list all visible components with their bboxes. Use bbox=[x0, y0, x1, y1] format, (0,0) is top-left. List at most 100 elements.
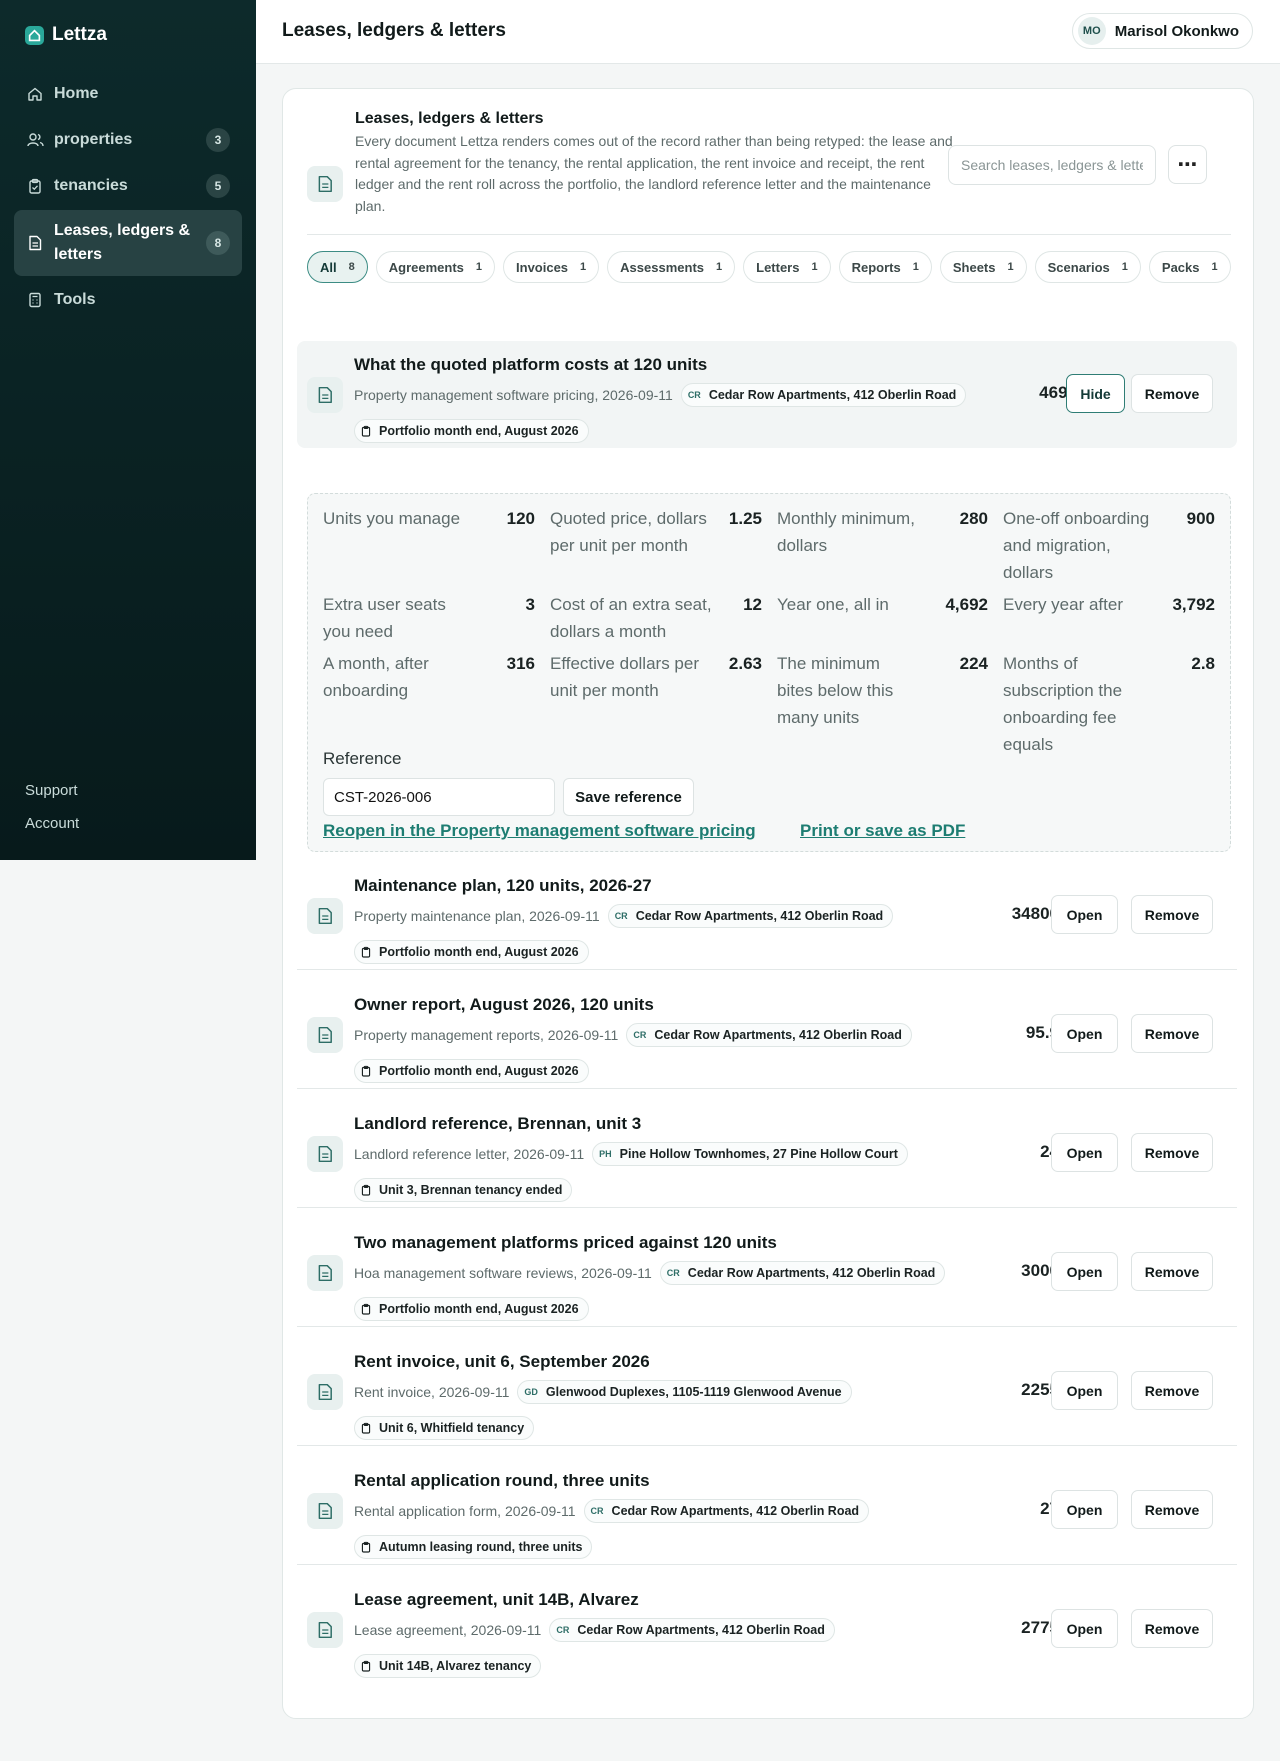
context-tag[interactable]: Autumn leasing round, three units bbox=[354, 1535, 593, 1559]
row-title: What the quoted platform costs at 120 un… bbox=[354, 355, 708, 374]
open-button[interactable]: Open bbox=[1051, 1609, 1118, 1648]
hide-button[interactable]: Hide bbox=[1066, 374, 1125, 413]
remove-button[interactable]: Remove bbox=[1131, 1371, 1213, 1410]
context-label: Portfolio month end, August 2026 bbox=[379, 1302, 579, 1316]
reopen-link[interactable]: Reopen in the Property management softwa… bbox=[323, 821, 756, 841]
remove-button[interactable]: Remove bbox=[1131, 374, 1213, 413]
sidebar-item-tenancies[interactable]: tenancies 5 bbox=[14, 164, 242, 208]
stat-value: 280 bbox=[959, 509, 988, 528]
row-meta: Landlord reference letter, 2026-09-11 PH P… bbox=[354, 1142, 908, 1166]
context-label: Portfolio month end, August 2026 bbox=[379, 1064, 579, 1078]
context-tag[interactable]: Portfolio month end, August 2026 bbox=[354, 1059, 589, 1083]
document-row: Two management platforms priced against … bbox=[297, 1219, 1237, 1327]
property-tag[interactable]: CR Cedar Row Apartments, 412 Oberlin Road bbox=[626, 1023, 912, 1047]
document-icon bbox=[307, 1493, 343, 1529]
open-button[interactable]: Open bbox=[1051, 1252, 1118, 1291]
users-icon bbox=[26, 131, 44, 149]
property-tag[interactable]: CR Cedar Row Apartments, 412 Oberlin Road bbox=[549, 1618, 835, 1642]
clipboard-icon bbox=[361, 1065, 371, 1077]
property-initials: CR bbox=[633, 1030, 647, 1040]
property-tag[interactable]: CR Cedar Row Apartments, 412 Oberlin Road bbox=[583, 1499, 870, 1523]
save-reference-button[interactable]: Save reference bbox=[563, 778, 694, 816]
filter-chip-reports[interactable]: Reports 1 bbox=[838, 251, 932, 283]
clipboard-icon bbox=[361, 1184, 371, 1196]
stat-value: 900 bbox=[1186, 509, 1215, 528]
remove-button[interactable]: Remove bbox=[1131, 1252, 1213, 1291]
chip-label: Sheets bbox=[952, 259, 996, 275]
context-label: Unit 6, Whitfield tenancy bbox=[379, 1421, 525, 1435]
context-tag[interactable]: Portfolio month end, August 2026 bbox=[354, 419, 589, 443]
search-input[interactable] bbox=[948, 145, 1156, 185]
stat-value: 3 bbox=[525, 595, 535, 614]
stat-value: 2.8 bbox=[1191, 654, 1215, 673]
open-button[interactable]: Open bbox=[1051, 1371, 1118, 1410]
filter-chip-scenarios[interactable]: Scenarios 1 bbox=[1034, 251, 1141, 283]
context-tag[interactable]: Unit 14B, Alvarez tenancy bbox=[354, 1654, 542, 1678]
context-label: Unit 3, Brennan tenancy ended bbox=[379, 1183, 563, 1197]
remove-button[interactable]: Remove bbox=[1131, 895, 1213, 934]
print-pdf-link[interactable]: Print or save as PDF bbox=[800, 821, 965, 841]
sidebar-item-tools[interactable]: Tools bbox=[14, 278, 242, 322]
filter-chip-all[interactable]: All 8 bbox=[307, 251, 368, 283]
row-title: Two management platforms priced against … bbox=[354, 1233, 777, 1252]
filter-chip-letters[interactable]: Letters 1 bbox=[743, 251, 831, 283]
document-icon bbox=[307, 1255, 343, 1291]
count-badge: 3 bbox=[206, 128, 230, 152]
clipboard-icon bbox=[26, 177, 44, 195]
chip-count: 1 bbox=[811, 261, 818, 273]
stat-item: Monthly minimum, dollars 280 bbox=[777, 505, 988, 559]
stat-label: Monthly minimum, dollars bbox=[777, 509, 915, 555]
open-button[interactable]: Open bbox=[1051, 895, 1118, 934]
account-link[interactable]: Account bbox=[25, 815, 79, 832]
documents-card: Leases, ledgers & letters Every document… bbox=[282, 88, 1254, 1719]
user-menu[interactable]: MO Marisol Okonkwo bbox=[1071, 13, 1253, 49]
filter-chip-packs[interactable]: Packs 1 bbox=[1148, 251, 1231, 283]
context-tag[interactable]: Portfolio month end, August 2026 bbox=[354, 1297, 589, 1321]
row-meta: Hoa management software reviews, 2026-09… bbox=[354, 1261, 946, 1285]
document-icon bbox=[307, 1136, 343, 1172]
remove-button[interactable]: Remove bbox=[1131, 1490, 1213, 1529]
property-tag[interactable]: CR Cedar Row Apartments, 412 Oberlin Road bbox=[607, 904, 894, 928]
brand[interactable]: Lettza bbox=[25, 24, 107, 46]
filter-chip-invoices[interactable]: Invoices 1 bbox=[503, 251, 600, 283]
property-tag[interactable]: CR Cedar Row Apartments, 412 Oberlin Road bbox=[659, 1261, 946, 1285]
open-button[interactable]: Open bbox=[1051, 1133, 1118, 1172]
more-options-button[interactable]: ⋯ bbox=[1168, 145, 1207, 184]
document-icon bbox=[307, 1612, 343, 1648]
row-meta: Property management reports, 2026-09-11 C… bbox=[354, 1023, 912, 1047]
property-tag[interactable]: PH Pine Hollow Townhomes, 27 Pine Hollow … bbox=[592, 1142, 908, 1166]
document-icon bbox=[307, 377, 343, 413]
open-button[interactable]: Open bbox=[1051, 1490, 1118, 1529]
open-button[interactable]: Open bbox=[1051, 1014, 1118, 1053]
remove-button[interactable]: Remove bbox=[1131, 1133, 1213, 1172]
row-meta-text: Lease agreement, 2026-09-11 bbox=[354, 1622, 542, 1638]
stat-label: A month, after onboarding bbox=[323, 654, 429, 700]
sidebar-item-documents[interactable]: Leases, ledgers & letters 8 bbox=[14, 210, 242, 276]
reference-input[interactable] bbox=[323, 778, 555, 816]
property-tag[interactable]: GD Glenwood Duplexes, 1105-1119 Glenwood … bbox=[517, 1380, 852, 1404]
document-row: Landlord reference, Brennan, unit 3 Land… bbox=[297, 1100, 1237, 1208]
chip-count: 1 bbox=[580, 261, 587, 273]
document-icon bbox=[307, 166, 343, 202]
card-description: Every document Lettza renders comes out … bbox=[355, 133, 953, 214]
context-tag[interactable]: Unit 3, Brennan tenancy ended bbox=[354, 1178, 573, 1202]
user-name: Marisol Okonkwo bbox=[1114, 22, 1239, 40]
sidebar-item-properties[interactable]: properties 3 bbox=[14, 118, 242, 162]
context-tag[interactable]: Portfolio month end, August 2026 bbox=[354, 940, 589, 964]
row-meta: Rent invoice, 2026-09-11 GD Glenwood Duple… bbox=[354, 1380, 852, 1404]
support-link[interactable]: Support bbox=[25, 782, 79, 799]
filter-chip-assessments[interactable]: Assessments 1 bbox=[607, 251, 736, 283]
filter-chip-sheets[interactable]: Sheets 1 bbox=[939, 251, 1027, 283]
sidebar-item-home[interactable]: Home bbox=[14, 72, 242, 116]
context-label: Autumn leasing round, three units bbox=[379, 1540, 583, 1554]
remove-button[interactable]: Remove bbox=[1131, 1014, 1213, 1053]
card-header-text: Leases, ledgers & letters Every document… bbox=[355, 109, 955, 217]
sidebar-item-label: properties bbox=[54, 131, 133, 148]
stat-label: The minimum bites below this many units bbox=[777, 654, 894, 727]
row-title: Landlord reference, Brennan, unit 3 bbox=[354, 1114, 642, 1133]
context-tag[interactable]: Unit 6, Whitfield tenancy bbox=[354, 1416, 535, 1440]
filter-chip-agreements[interactable]: Agreements 1 bbox=[375, 251, 496, 283]
property-tag[interactable]: CR Cedar Row Apartments, 412 Oberlin Road bbox=[680, 383, 967, 407]
count-badge: 8 bbox=[206, 231, 230, 255]
remove-button[interactable]: Remove bbox=[1131, 1609, 1213, 1648]
